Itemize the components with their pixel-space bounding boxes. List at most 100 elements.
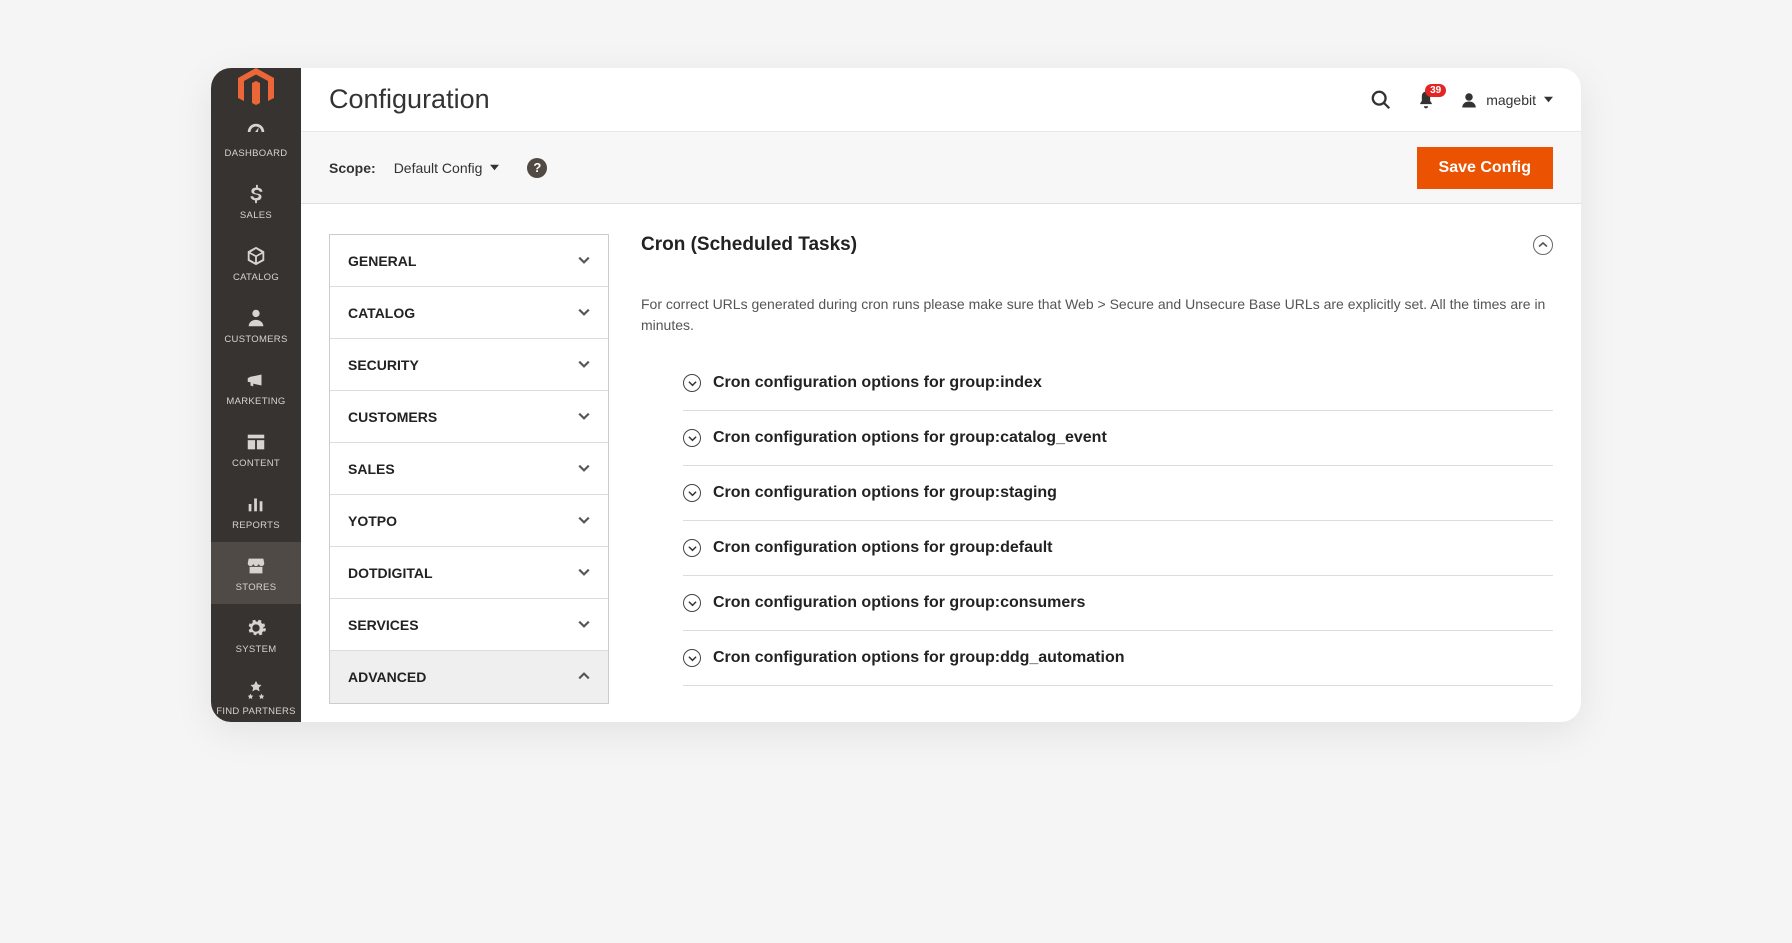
user-name: magebit: [1486, 92, 1536, 108]
cron-group-row[interactable]: Cron configuration options for group:def…: [683, 521, 1553, 576]
store-icon: [245, 554, 267, 578]
sidebar-item-label: REPORTS: [232, 520, 280, 531]
chevron-down-icon: [688, 379, 697, 388]
chevron-down-icon: [578, 462, 590, 474]
chevron-up-icon: [578, 670, 590, 682]
caret-down-icon: [490, 163, 499, 172]
cron-group-label: Cron configuration options for group:cat…: [713, 429, 1107, 447]
config-nav-services[interactable]: SERVICES: [330, 599, 608, 651]
config-nav-label: CUSTOMERS: [348, 409, 437, 425]
page-title: Configuration: [329, 84, 1370, 115]
config-nav-label: DOTDIGITAL: [348, 565, 433, 581]
cron-group-row[interactable]: Cron configuration options for group:ind…: [683, 356, 1553, 411]
partners-icon: [245, 678, 267, 702]
chevron-up-icon: [1538, 240, 1548, 250]
panel-collapse-button[interactable]: [1533, 235, 1553, 255]
question-icon: ?: [533, 160, 541, 175]
config-nav-label: SECURITY: [348, 357, 419, 373]
header-actions: 39 magebit: [1370, 89, 1553, 111]
config-section-nav: GENERAL CATALOG SECURITY CUSTOMERS SALES YOTP…: [329, 234, 609, 704]
cron-group-row[interactable]: Cron configuration options for group:ddg…: [683, 631, 1553, 686]
cron-group-label: Cron configuration options for group:ind…: [713, 374, 1042, 392]
sidebar-item-stores[interactable]: STORES: [211, 542, 301, 604]
sidebar-item-reports[interactable]: REPORTS: [211, 480, 301, 542]
expand-icon: [683, 374, 701, 392]
sidebar-item-marketing[interactable]: MARKETING: [211, 356, 301, 418]
config-content: GENERAL CATALOG SECURITY CUSTOMERS SALES YOTP…: [301, 204, 1581, 722]
config-nav-label: CATALOG: [348, 305, 415, 321]
panel-header[interactable]: Cron (Scheduled Tasks): [641, 234, 1553, 268]
chevron-down-icon: [688, 434, 697, 443]
config-nav-dotdigital[interactable]: DOTDIGITAL: [330, 547, 608, 599]
sidebar-item-label: CUSTOMERS: [224, 334, 287, 345]
cron-group-row[interactable]: Cron configuration options for group:con…: [683, 576, 1553, 631]
config-nav-general[interactable]: GENERAL: [330, 235, 608, 287]
sidebar-item-label: SALES: [240, 210, 272, 221]
sidebar-item-label: DASHBOARD: [225, 148, 288, 159]
admin-window: DASHBOARD SALES CATALOG CUSTOMERS MARKETING C…: [211, 68, 1581, 722]
expand-icon: [683, 539, 701, 557]
dollar-icon: [245, 182, 267, 206]
chevron-down-icon: [578, 618, 590, 630]
cron-group-label: Cron configuration options for group:sta…: [713, 484, 1057, 502]
sidebar-item-label: CONTENT: [232, 458, 280, 469]
sidebar-item-label: MARKETING: [226, 396, 285, 407]
layout-icon: [245, 430, 267, 454]
chevron-down-icon: [688, 654, 697, 663]
chevron-down-icon: [578, 410, 590, 422]
panel-description: For correct URLs generated during cron r…: [641, 294, 1553, 336]
magento-logo-icon: [238, 68, 274, 108]
notifications-button[interactable]: 39: [1416, 90, 1436, 110]
config-nav-label: ADVANCED: [348, 669, 426, 685]
expand-icon: [683, 484, 701, 502]
scope-help-button[interactable]: ?: [527, 158, 547, 178]
dashboard-icon: [245, 120, 267, 144]
chevron-down-icon: [578, 566, 590, 578]
box-icon: [245, 244, 267, 268]
config-nav-label: YOTPO: [348, 513, 397, 529]
config-nav-label: GENERAL: [348, 253, 416, 269]
cron-group-row[interactable]: Cron configuration options for group:sta…: [683, 466, 1553, 521]
cron-group-label: Cron configuration options for group:ddg…: [713, 649, 1125, 667]
user-menu[interactable]: magebit: [1460, 91, 1553, 109]
scope-select[interactable]: Default Config: [394, 160, 500, 176]
main-area: Configuration 39 magebi: [301, 68, 1581, 722]
config-nav-label: SERVICES: [348, 617, 419, 633]
sidebar-item-find-partners[interactable]: FIND PARTNERS: [211, 666, 301, 722]
config-panel: Cron (Scheduled Tasks) For correct URLs …: [641, 234, 1553, 722]
cron-group-label: Cron configuration options for group:def…: [713, 539, 1053, 557]
notification-badge: 39: [1425, 84, 1446, 97]
config-nav-label: SALES: [348, 461, 395, 477]
config-nav-advanced[interactable]: ADVANCED: [330, 651, 608, 703]
sidebar-item-dashboard[interactable]: DASHBOARD: [211, 108, 301, 170]
config-nav-security[interactable]: SECURITY: [330, 339, 608, 391]
sidebar-item-system[interactable]: SYSTEM: [211, 604, 301, 666]
chevron-down-icon: [688, 489, 697, 498]
chevron-down-icon: [688, 599, 697, 608]
search-button[interactable]: [1370, 89, 1392, 111]
sidebar-item-label: CATALOG: [233, 272, 279, 283]
cron-group-label: Cron configuration options for group:con…: [713, 594, 1085, 612]
megaphone-icon: [245, 368, 267, 392]
config-nav-catalog[interactable]: CATALOG: [330, 287, 608, 339]
sidebar-item-catalog[interactable]: CATALOG: [211, 232, 301, 294]
sidebar-item-customers[interactable]: CUSTOMERS: [211, 294, 301, 356]
cron-group-row[interactable]: Cron configuration options for group:cat…: [683, 411, 1553, 466]
admin-sidebar: DASHBOARD SALES CATALOG CUSTOMERS MARKETING C…: [211, 68, 301, 722]
chevron-down-icon: [578, 358, 590, 370]
config-nav-customers[interactable]: CUSTOMERS: [330, 391, 608, 443]
sidebar-item-content[interactable]: CONTENT: [211, 418, 301, 480]
caret-down-icon: [1544, 95, 1553, 104]
sidebar-item-label: STORES: [236, 582, 277, 593]
config-nav-yotpo[interactable]: YOTPO: [330, 495, 608, 547]
expand-icon: [683, 429, 701, 447]
sidebar-item-sales[interactable]: SALES: [211, 170, 301, 232]
expand-icon: [683, 594, 701, 612]
expand-icon: [683, 649, 701, 667]
bars-icon: [245, 492, 267, 516]
scope-bar: Scope: Default Config ? Save Config: [301, 132, 1581, 204]
gear-icon: [245, 616, 267, 640]
magento-logo[interactable]: [211, 68, 301, 108]
config-nav-sales[interactable]: SALES: [330, 443, 608, 495]
save-config-button[interactable]: Save Config: [1417, 147, 1553, 189]
